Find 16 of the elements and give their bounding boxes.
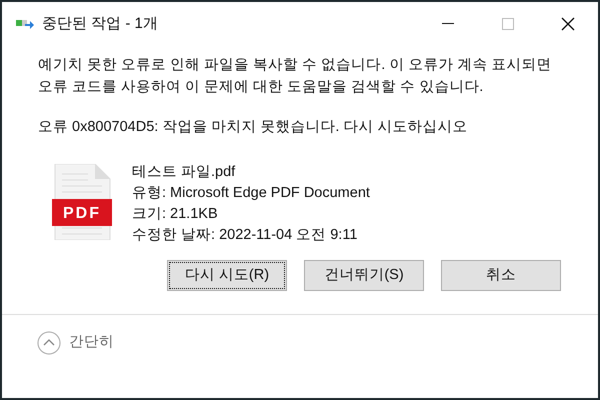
- window-title: 중단된 작업 - 1개: [42, 14, 158, 34]
- chevron-up-icon: [37, 330, 61, 354]
- dialog-button[interactable]: 다시 시도(R): [167, 260, 287, 291]
- dialog-button[interactable]: 건너뛰기(S): [304, 260, 424, 291]
- error-message: 예기치 못한 오류로 인해 파일을 복사할 수 없습니다. 이 오류가 계속 표시되면 오류 코드를 사용하여 이 문제에 대한 도움말을 검색할 수 있습니다.: [38, 56, 552, 97]
- collapse-button[interactable]: 간단히: [37, 330, 114, 354]
- close-icon[interactable]: [561, 17, 575, 31]
- file-name: 테스트 파일.pdf: [132, 163, 236, 182]
- pdf-file-icon: PDF: [52, 164, 112, 240]
- copy-icon: [16, 18, 34, 30]
- file-size: 크기: 21.1KB: [132, 205, 219, 224]
- file-type: 유형: Microsoft Edge PDF Document: [132, 184, 370, 203]
- file-modified-date: 수정한 날짜: 2022-11-04 오전 9:11: [132, 226, 358, 245]
- error-code: 오류 0x800704D5: 작업을 마치지 못했습니다. 다시 시도하십시오: [38, 118, 468, 137]
- dialog-button[interactable]: 취소: [441, 260, 561, 291]
- minimize-icon[interactable]: [442, 23, 454, 25]
